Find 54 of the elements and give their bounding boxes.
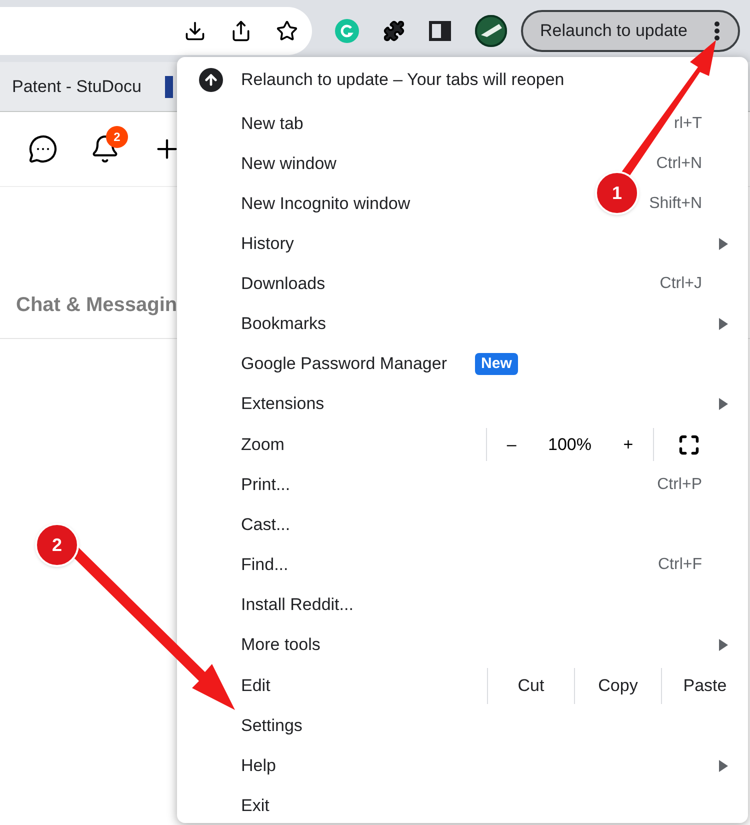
menu-item[interactable]: Downloads — [241, 271, 326, 297]
submenu-arrow-icon — [718, 238, 728, 250]
side-panel-icon[interactable] — [429, 21, 451, 41]
zoom-level: 100% — [548, 434, 592, 456]
menu-item[interactable]: Install Reddit... — [241, 592, 354, 618]
puzzle-icon[interactable] — [383, 20, 405, 42]
profile-avatar[interactable] — [475, 15, 507, 47]
shortcut-text: Ctrl+N — [656, 154, 702, 174]
menu-item[interactable]: Settings — [241, 713, 302, 739]
fullscreen-icon — [678, 434, 700, 456]
shortcut-text: rl+T — [674, 114, 702, 134]
shortcut-text: Ctrl+J — [660, 274, 702, 294]
submenu-arrow-icon — [718, 639, 728, 651]
menu-item[interactable]: Help — [241, 753, 276, 779]
menu-item[interactable]: Extensions — [241, 391, 324, 417]
menu-item[interactable]: Find... — [241, 552, 288, 578]
bookmark-favicon — [165, 76, 174, 98]
menu-item[interactable]: Bookmarks — [241, 311, 326, 337]
share-icon[interactable] — [230, 20, 252, 42]
shortcut-text: Ctrl+P — [657, 475, 702, 495]
menu-item[interactable]: Cast... — [241, 512, 290, 538]
edit-action-button[interactable]: Paste — [661, 668, 748, 704]
zoom-out-button[interactable]: – — [498, 432, 524, 458]
new-badge: New — [475, 352, 518, 376]
menu-item[interactable]: New tab — [241, 111, 304, 137]
relaunch-update-button[interactable]: Relaunch to update — [521, 10, 740, 52]
step-number: 2 — [35, 523, 79, 567]
menu-item[interactable]: New Incognito window — [241, 191, 410, 217]
bookmark-item[interactable]: Patent - StuDocu — [12, 74, 142, 100]
menu-item-label: Edit — [241, 674, 272, 697]
shortcut-text: Shift+N — [649, 194, 702, 214]
menu-item[interactable]: Google Password Manager — [241, 351, 448, 377]
menu-item[interactable]: Relaunch to update – Your tabs will reopen — [177, 60, 748, 99]
menu-item-label: Zoom — [241, 434, 286, 456]
shortcut-text: Ctrl+F — [658, 555, 702, 575]
menu-item[interactable]: Exit — [241, 793, 270, 819]
submenu-arrow-icon — [718, 318, 728, 330]
submenu-arrow-icon — [718, 760, 728, 772]
menu-item[interactable]: New window — [241, 151, 336, 177]
star-icon[interactable] — [276, 20, 298, 42]
zoom-in-button[interactable]: + — [615, 432, 642, 458]
bell-icon[interactable] — [90, 134, 120, 164]
section-title: Chat & Messagin — [16, 293, 178, 318]
update-icon — [199, 68, 223, 92]
download-icon[interactable] — [184, 20, 206, 42]
edit-action-button[interactable]: Cut — [487, 668, 574, 704]
submenu-arrow-icon — [718, 398, 728, 410]
notification-count: 2 — [106, 126, 128, 148]
chat-icon[interactable] — [28, 134, 58, 164]
menu-item[interactable]: History — [241, 231, 294, 257]
menu-icon — [714, 21, 720, 41]
menu-item[interactable]: More tools — [241, 632, 320, 658]
menu-item[interactable]: Print... — [241, 472, 290, 498]
edit-action-button[interactable]: Copy — [574, 668, 661, 704]
